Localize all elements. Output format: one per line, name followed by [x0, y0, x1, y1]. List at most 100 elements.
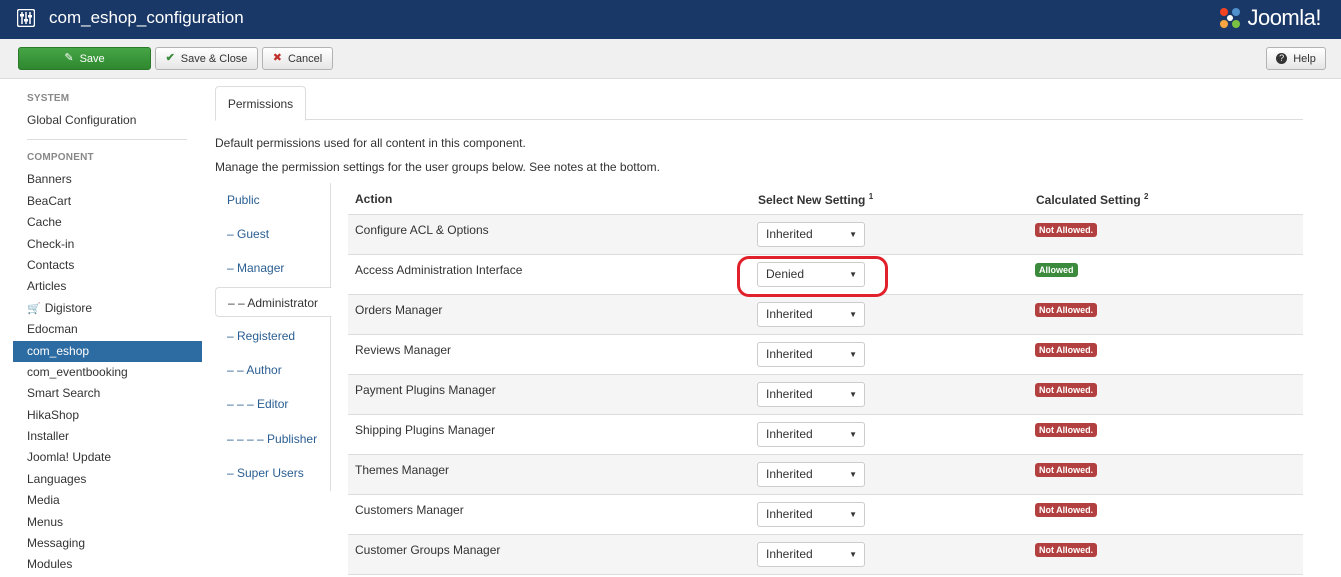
joomla-logo-text: Joomla! [1247, 5, 1321, 30]
group-tab-public[interactable]: Public [215, 185, 331, 215]
caret-down-icon: ▼ [849, 390, 857, 399]
action-label: Customer Groups Manager [355, 543, 501, 557]
sidebar-item-beacart[interactable]: BeaCart [13, 191, 202, 212]
setting-select[interactable]: Inherited ▼ [757, 302, 865, 327]
group-tab-author[interactable]: – – Author [215, 355, 331, 385]
header-bar: com_eshop_configuration Joomla! [0, 0, 1341, 39]
caret-down-icon: ▼ [849, 470, 857, 479]
table-row: Themes Manager Inherited ▼ Not Allowed. [348, 455, 1303, 495]
action-label: Reviews Manager [355, 343, 452, 357]
sidebar-item-com-eventbooking[interactable]: com_eventbooking [13, 362, 202, 383]
column-header-select-new-setting: Select New Setting 1 [758, 192, 874, 207]
cart-icon: 🛒 [27, 302, 41, 315]
setting-select[interactable]: Inherited ▼ [757, 462, 865, 487]
sidebar-item-joomla-update[interactable]: Joomla! Update [13, 447, 202, 468]
setting-select[interactable]: Denied ▼ [757, 262, 865, 287]
setting-select[interactable]: Inherited ▼ [757, 342, 865, 367]
sidebar-item-cache[interactable]: Cache [13, 212, 202, 233]
setting-select[interactable]: Inherited ▼ [757, 422, 865, 447]
table-row: Shipping Plugins Manager Inherited ▼ Not … [348, 415, 1303, 455]
action-label: Configure ACL & Options [355, 223, 489, 237]
caret-down-icon: ▼ [849, 310, 857, 319]
sidebar-heading-system: SYSTEM [27, 93, 70, 104]
sidebar-item-messaging[interactable]: Messaging [13, 533, 202, 554]
calculated-setting-badge: Not Allowed. [1035, 463, 1098, 477]
group-tab-manager[interactable]: – Manager [215, 253, 331, 283]
sidebar-item-digistore[interactable]: 🛒 Digistore [13, 298, 202, 319]
action-label: Themes Manager [355, 463, 450, 477]
permissions-instructions: Manage the permission settings for the u… [215, 160, 660, 174]
action-label: Orders Manager [355, 303, 443, 317]
calculated-setting-badge: Not Allowed. [1035, 543, 1098, 557]
tab-permissions[interactable]: Permissions [215, 86, 306, 121]
cancel-button[interactable]: ✖ Cancel [262, 47, 333, 70]
calculated-setting-badge: Not Allowed. [1035, 503, 1098, 517]
sidebar-item-smart-search[interactable]: Smart Search [13, 383, 202, 404]
table-row: Access Administration Interface Denied ▼ … [348, 255, 1303, 295]
caret-down-icon: ▼ [849, 550, 857, 559]
user-group-tabs: Public – Guest – Manager – – Administrat… [215, 183, 332, 491]
sidebar-item-contacts[interactable]: Contacts [13, 255, 202, 276]
setting-select[interactable]: Inherited ▼ [757, 542, 865, 567]
group-tab-super-users[interactable]: – Super Users [215, 458, 331, 488]
help-button[interactable]: ? Help [1266, 47, 1326, 70]
permissions-description: Default permissions used for all content… [215, 136, 526, 150]
joomla-logo[interactable]: Joomla! [1217, 3, 1321, 33]
sidebar: SYSTEM Global Configuration COMPONENT Ba… [13, 79, 202, 576]
sidebar-item-edocman[interactable]: Edocman [13, 319, 202, 340]
sidebar-item-languages[interactable]: Languages [13, 469, 202, 490]
sidebar-item-media[interactable]: Media [13, 490, 202, 511]
joomla-logo-icon [1220, 8, 1241, 28]
calculated-setting-badge: Allowed [1035, 263, 1078, 277]
sidebar-item-banners[interactable]: Banners [13, 169, 202, 190]
group-tab-publisher[interactable]: – – – – Publisher [215, 424, 331, 454]
calculated-setting-badge: Not Allowed. [1035, 303, 1098, 317]
group-tab-registered[interactable]: – Registered [215, 321, 331, 351]
table-row: Orders Manager Inherited ▼ Not Allowed. [348, 295, 1303, 335]
setting-select[interactable]: Inherited ▼ [757, 222, 865, 247]
sliders-icon [17, 9, 35, 27]
table-row: Payment Plugins Manager Inherited ▼ Not A… [348, 375, 1303, 415]
save-button[interactable]: ✎ Save [18, 47, 151, 70]
calculated-setting-badge: Not Allowed. [1035, 423, 1098, 437]
toolbar: ✎ Save ✔ Save & Close ✖ Cancel ? Help [0, 39, 1341, 79]
cancel-button-label: Cancel [287, 52, 323, 65]
group-tab-administrator[interactable]: – – Administrator [215, 287, 332, 317]
caret-down-icon: ▼ [849, 230, 857, 239]
cancel-icon: ✖ [272, 52, 282, 64]
save-close-button-label: Save & Close [180, 52, 248, 65]
sidebar-item-global-configuration[interactable]: Global Configuration [13, 110, 202, 131]
sidebar-item-hikashop[interactable]: HikaShop [13, 405, 202, 426]
caret-down-icon: ▼ [849, 350, 857, 359]
table-row: Reviews Manager Inherited ▼ Not Allowed. [348, 335, 1303, 375]
setting-select[interactable]: Inherited ▼ [757, 382, 865, 407]
table-row: Customers Manager Inherited ▼ Not Allowed… [348, 495, 1303, 535]
group-tab-editor[interactable]: – – – Editor [215, 389, 331, 419]
sidebar-item-check-in[interactable]: Check-in [13, 234, 202, 255]
group-tab-guest[interactable]: – Guest [215, 219, 331, 249]
action-label: Shipping Plugins Manager [355, 423, 496, 437]
sidebar-item-modules[interactable]: Modules [13, 554, 202, 575]
table-row: Configure ACL & Options Inherited ▼ Not A… [348, 215, 1303, 255]
caret-down-icon: ▼ [849, 510, 857, 519]
edit-icon: ✎ [64, 52, 74, 64]
table-row: Customer Groups Manager Inherited ▼ Not A… [348, 535, 1303, 575]
calculated-setting-badge: Not Allowed. [1035, 343, 1098, 357]
page-title: com_eshop_configuration [49, 8, 244, 27]
check-icon: ✔ [165, 52, 175, 64]
permissions-table: Action Select New Setting 1 Calculated S… [348, 183, 1303, 575]
sidebar-item-installer[interactable]: Installer [13, 426, 202, 447]
sidebar-item-com-eshop[interactable]: com_eshop [13, 340, 202, 362]
sidebar-item-menus[interactable]: Menus [13, 512, 202, 533]
sidebar-item-digistore-label: Digistore [44, 300, 93, 315]
question-icon: ? [1276, 53, 1288, 64]
action-label: Access Administration Interface [355, 263, 523, 277]
setting-select[interactable]: Inherited ▼ [757, 502, 865, 527]
save-close-button[interactable]: ✔ Save & Close [155, 47, 258, 70]
tab-bar: Permissions [215, 86, 1303, 121]
sidebar-item-articles[interactable]: Articles [13, 276, 202, 297]
calculated-setting-badge: Not Allowed. [1035, 383, 1098, 397]
caret-down-icon: ▼ [849, 430, 857, 439]
action-label: Customers Manager [355, 503, 464, 517]
column-header-calculated-setting: Calculated Setting 2 [1036, 192, 1149, 207]
